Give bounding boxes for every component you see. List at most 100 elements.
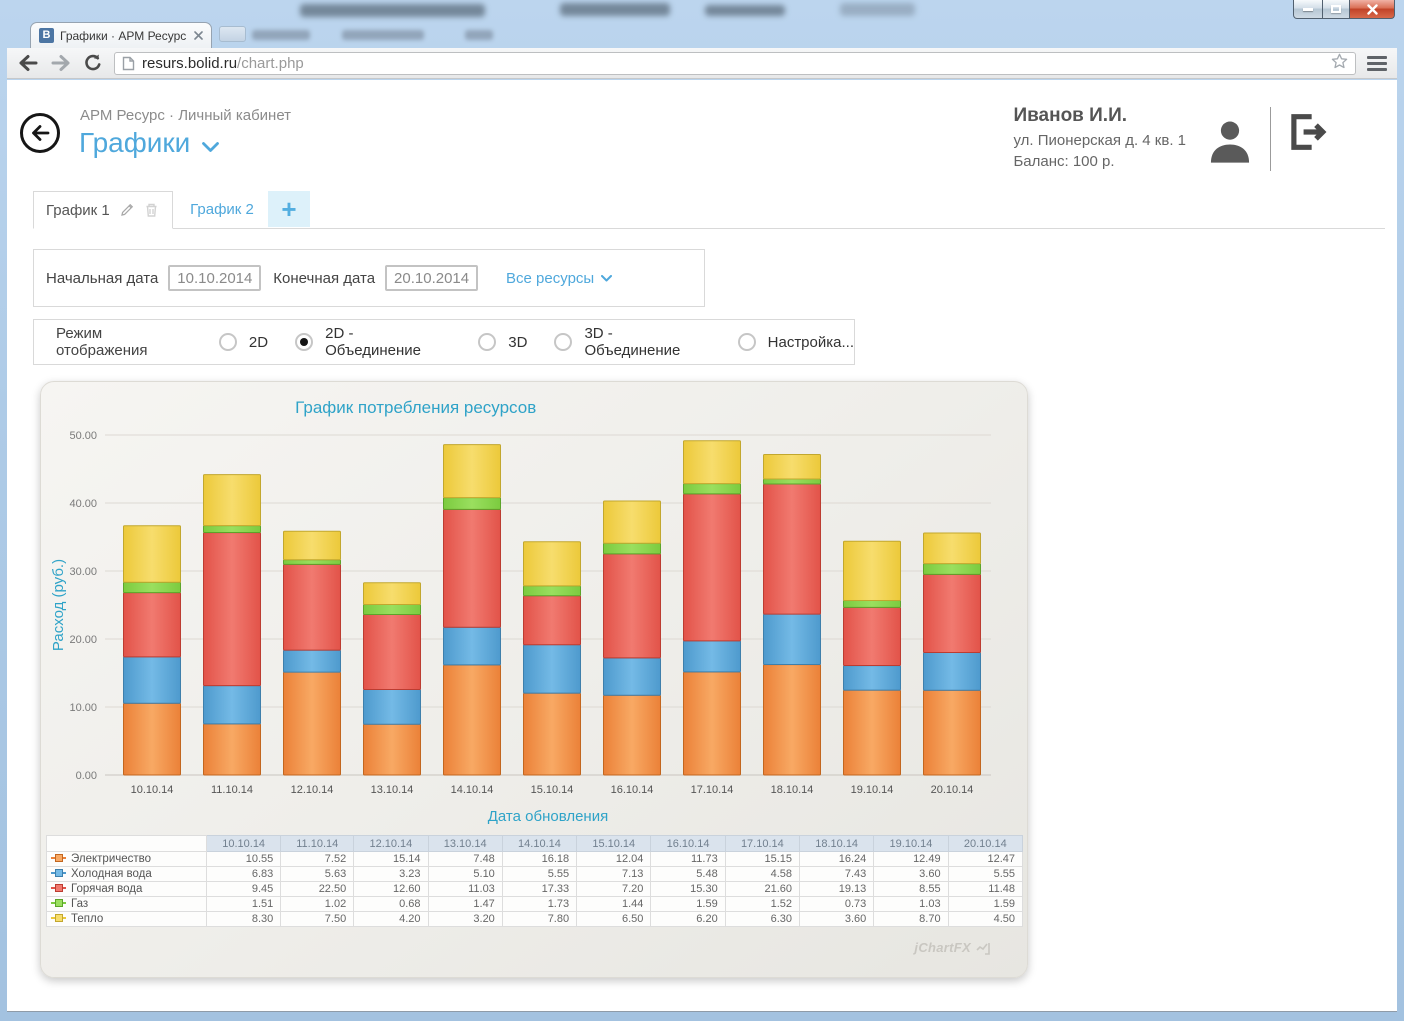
bar-segment[interactable] [284,650,341,672]
bar-segment[interactable] [524,586,581,596]
bar-segment[interactable] [844,690,901,775]
bar-segment[interactable] [844,607,901,665]
table-row: Электричество10.557.5215.147.4816.1812.0… [47,852,1023,867]
address-bar[interactable]: resurs.bolid.ru/chart.php [114,52,1356,75]
minimize-button[interactable] [1293,0,1323,19]
tab-grafik-2[interactable]: График 2 [180,191,264,228]
bar-segment[interactable] [604,543,661,554]
bar-segment[interactable] [844,541,901,600]
bar-segment[interactable] [924,533,981,564]
bar-segment[interactable] [684,484,741,494]
radio-circle-icon[interactable] [738,333,756,351]
bookmark-star-icon[interactable] [1331,53,1348,74]
radio-circle-icon[interactable] [554,333,572,351]
bar-segment[interactable] [924,653,981,691]
bar-segment[interactable] [204,475,261,526]
bar-segment[interactable] [524,645,581,694]
bar-segment[interactable] [524,596,581,645]
bar-segment[interactable] [124,703,181,775]
bar-segment[interactable] [524,693,581,775]
value-cell: 1.02 [281,897,354,912]
display-mode-box: Режим отображения 2D 2D - Объединение 3D… [33,319,855,365]
bar-segment[interactable] [444,509,501,627]
bar-segment[interactable] [284,531,341,560]
series-legend-marker-icon [51,887,66,889]
start-date-input[interactable] [168,265,261,291]
value-cell: 4.58 [725,867,799,882]
tab-close-icon[interactable] [194,31,203,40]
bar-segment[interactable] [604,695,661,775]
delete-trash-icon[interactable] [144,202,159,218]
new-tab-button[interactable] [219,26,246,42]
radio-circle-icon[interactable] [295,333,313,351]
bar-segment[interactable] [364,724,421,775]
bar-segment[interactable] [364,605,421,615]
bar-segment[interactable] [204,533,261,686]
bar-segment[interactable] [284,564,341,650]
radio-option[interactable]: Настройка... [738,333,854,351]
bar-segment[interactable] [764,455,821,480]
bar-segment[interactable] [524,542,581,586]
bar-segment[interactable] [124,526,181,582]
bar-segment[interactable] [924,574,981,652]
bar-segment[interactable] [204,724,261,775]
bar-segment[interactable] [764,479,821,484]
radio-circle-icon[interactable] [478,333,496,351]
logout-icon[interactable] [1285,111,1327,153]
bar-segment[interactable] [364,583,421,605]
bar-segment[interactable] [764,665,821,775]
bar-segment[interactable] [604,658,661,695]
browser-menu-button[interactable] [1367,56,1387,71]
close-window-button[interactable] [1349,0,1395,19]
bar-segment[interactable] [764,484,821,614]
end-date-input[interactable] [385,265,478,291]
forward-nav-button[interactable] [50,53,72,73]
maximize-button[interactable] [1322,0,1350,19]
add-tab-button[interactable]: + [268,191,310,227]
bar-segment[interactable] [364,615,421,690]
page-back-button[interactable] [20,113,60,153]
edit-pencil-icon[interactable] [119,202,135,218]
user-profile-icon[interactable] [1204,117,1256,165]
reload-icon [83,53,103,73]
bar-segment[interactable] [444,627,501,665]
bar-segment[interactable] [364,690,421,725]
bar-segment[interactable] [924,690,981,775]
value-cell: 12.60 [354,882,428,897]
bar-segment[interactable] [924,564,981,575]
bar-segment[interactable] [444,445,501,498]
radio-option[interactable]: 2D [219,333,268,351]
bar-segment[interactable] [764,614,821,665]
bar-segment[interactable] [284,560,341,565]
bar-segment[interactable] [204,526,261,533]
back-nav-button[interactable] [17,53,39,73]
bar-segment[interactable] [124,593,181,657]
browser-window: В Графики · АРМ Ресурс resurs.bolid.ru/c… [0,0,1404,1021]
bar-segment[interactable] [124,582,181,592]
bar-segment[interactable] [204,686,261,724]
bar-segment[interactable] [844,600,901,607]
bar-segment[interactable] [284,672,341,775]
tab-grafik-1[interactable]: График 1 [33,191,173,229]
resources-dropdown[interactable]: Все ресурсы [506,270,612,287]
browser-tab[interactable]: В Графики · АРМ Ресурс [30,22,212,48]
radio-option[interactable]: 3D - Объединение [554,325,710,359]
bar-segment[interactable] [604,554,661,658]
chevron-down-icon [601,275,612,282]
bar-segment[interactable] [604,501,661,543]
radio-circle-icon[interactable] [219,333,237,351]
reload-button[interactable] [83,53,103,73]
bar-segment[interactable] [844,666,901,691]
bar-segment[interactable] [684,494,741,641]
doc-tabs-border [33,228,1385,229]
bar-segment[interactable] [684,441,741,484]
bar-segment[interactable] [124,657,181,703]
chevron-down-icon[interactable] [202,142,219,153]
y-tick-label: 50.00 [69,430,97,442]
radio-option[interactable]: 2D - Объединение [295,325,451,359]
bar-segment[interactable] [444,498,501,510]
bar-segment[interactable] [684,641,741,672]
bar-segment[interactable] [684,672,741,775]
radio-option[interactable]: 3D [478,333,527,351]
bar-segment[interactable] [444,665,501,775]
